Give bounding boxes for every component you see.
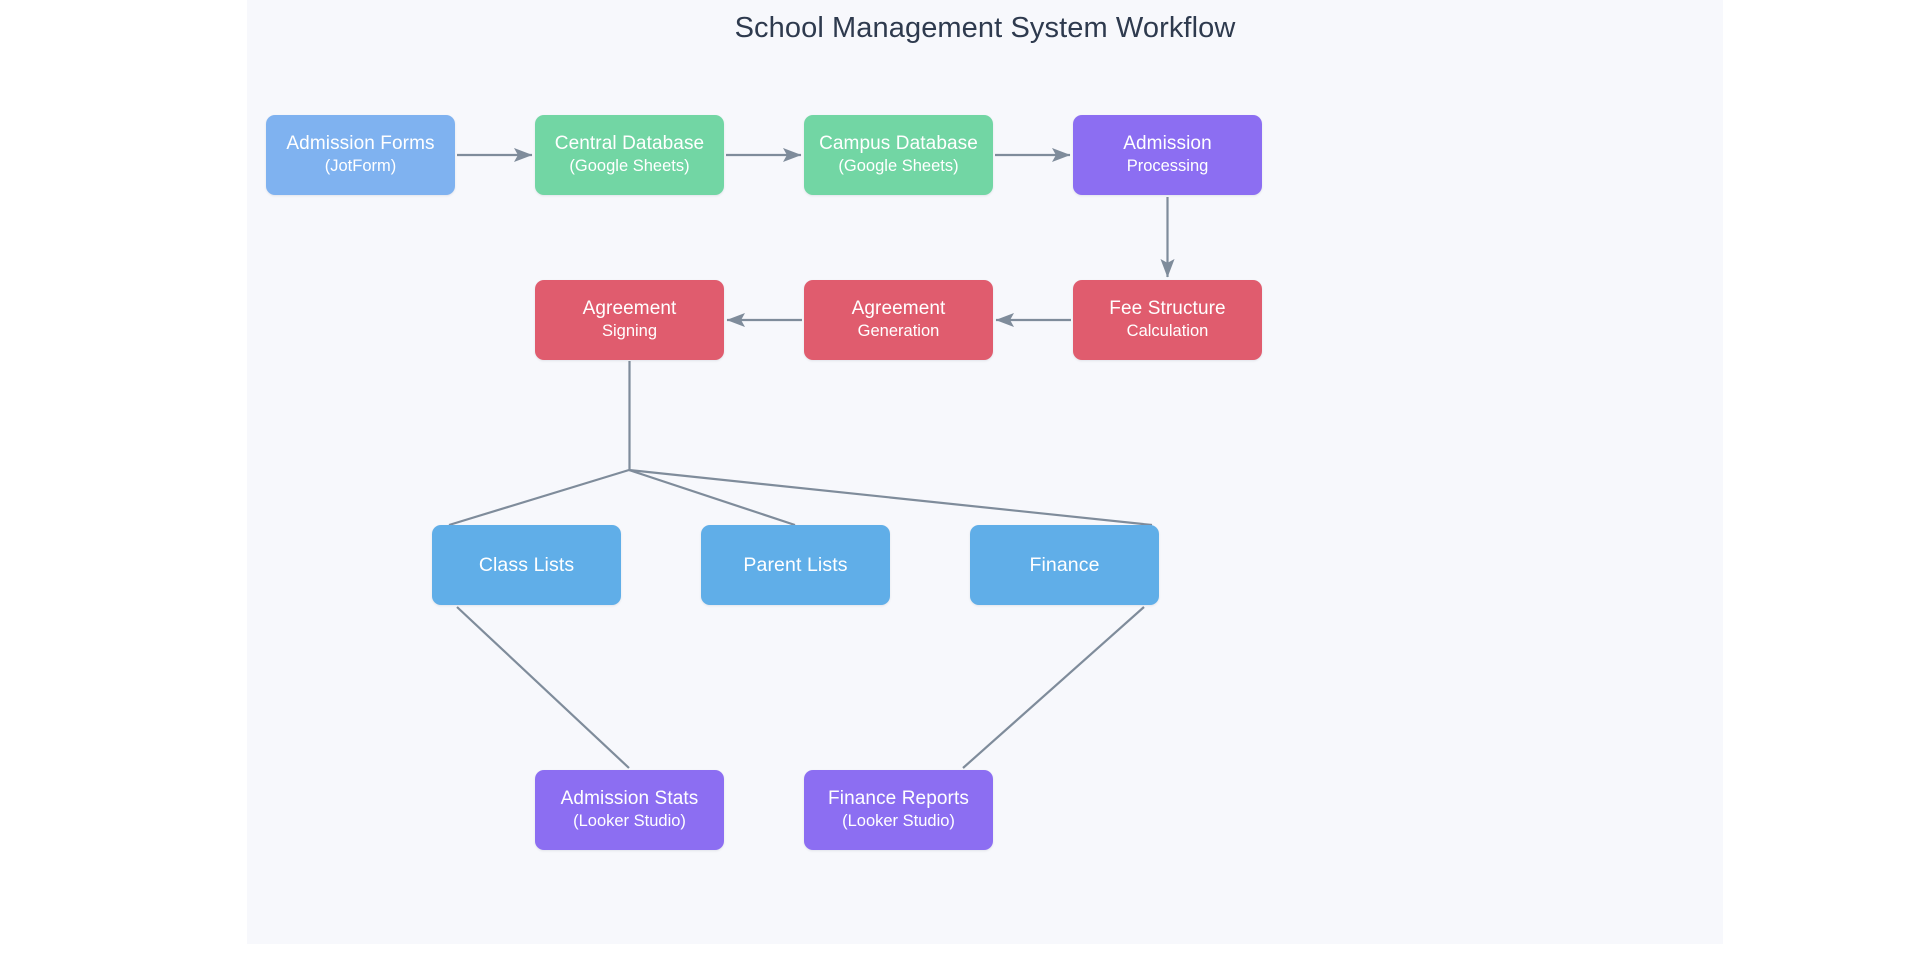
node-admission-stats[interactable]: Admission Stats (Looker Studio) [535, 770, 724, 850]
edge-branch-to-class-lists [448, 468, 630, 527]
node-central-database-subtitle: (Google Sheets) [569, 157, 690, 176]
page-title: School Management System Workflow [734, 12, 1236, 44]
node-admission-processing-subtitle: Processing [1126, 157, 1209, 176]
node-agreement-generation-subtitle: Generation [857, 322, 940, 341]
node-finance-reports-title: Finance Reports [828, 788, 969, 810]
node-campus-database-subtitle: (Google Sheets) [838, 157, 959, 176]
node-fee-structure[interactable]: Fee Structure Calculation [1073, 280, 1262, 360]
diagram-canvas: School Management System Workflow Admiss… [247, 0, 1723, 944]
node-finance-reports[interactable]: Finance Reports (Looker Studio) [804, 770, 993, 850]
node-central-database[interactable]: Central Database (Google Sheets) [535, 115, 724, 195]
node-admission-forms-title: Admission Forms [286, 133, 435, 155]
edge-finance-to-finance-reports [962, 606, 1145, 769]
node-finance-reports-subtitle: (Looker Studio) [842, 812, 955, 831]
node-campus-database[interactable]: Campus Database (Google Sheets) [804, 115, 993, 195]
node-fee-structure-title: Fee Structure [1109, 298, 1226, 320]
node-agreement-generation-title: Agreement [851, 298, 946, 320]
edge-branch-to-parent-lists [628, 468, 796, 527]
node-agreement-signing-title: Agreement [582, 298, 677, 320]
node-admission-stats-subtitle: (Looker Studio) [573, 812, 686, 831]
node-admission-processing-title: Admission [1123, 133, 1212, 155]
node-agreement-generation[interactable]: Agreement Generation [804, 280, 993, 360]
node-finance[interactable]: Finance [970, 525, 1159, 605]
node-finance-title: Finance [1029, 553, 1100, 576]
node-admission-forms-subtitle: (JotForm) [324, 157, 397, 176]
node-admission-forms[interactable]: Admission Forms (JotForm) [266, 115, 455, 195]
node-agreement-signing[interactable]: Agreement Signing [535, 280, 724, 360]
edge-branch-to-finance [628, 468, 1153, 527]
edge-class-lists-to-admission-stats [456, 606, 630, 769]
node-admission-processing[interactable]: Admission Processing [1073, 115, 1262, 195]
node-admission-stats-title: Admission Stats [560, 788, 699, 810]
node-parent-lists[interactable]: Parent Lists [701, 525, 890, 605]
node-fee-structure-subtitle: Calculation [1126, 322, 1209, 341]
node-class-lists-title: Class Lists [478, 553, 575, 576]
node-central-database-title: Central Database [554, 133, 705, 155]
node-campus-database-title: Campus Database [819, 133, 978, 155]
node-class-lists[interactable]: Class Lists [432, 525, 621, 605]
node-agreement-signing-subtitle: Signing [601, 322, 658, 341]
node-parent-lists-title: Parent Lists [743, 553, 848, 576]
